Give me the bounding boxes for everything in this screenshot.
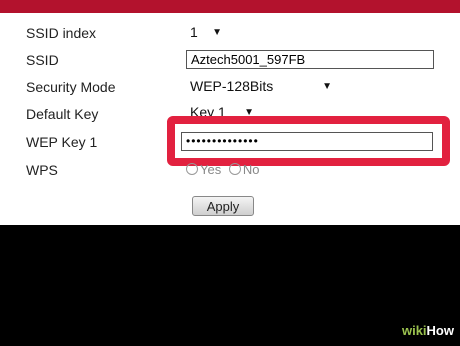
- ssid-input[interactable]: Aztech5001_597FB: [186, 50, 434, 69]
- dropdown-arrow-icon: ▼: [212, 27, 222, 38]
- wps-radio-group: Yes No: [186, 162, 259, 178]
- empty-area: [0, 225, 460, 346]
- wps-no-radio[interactable]: [228, 163, 241, 175]
- wep-key-label: WEP Key 1: [26, 134, 98, 150]
- default-key-label: Default Key: [26, 106, 99, 122]
- security-mode-select[interactable]: WEP-128Bits ▼: [186, 78, 336, 95]
- ssid-index-value: 1: [190, 24, 198, 40]
- apply-button[interactable]: Apply: [192, 196, 254, 216]
- wps-yes-radio[interactable]: [186, 163, 198, 175]
- security-mode-label: Security Mode: [26, 79, 116, 95]
- ssid-label: SSID: [26, 52, 59, 68]
- wps-yes-label: Yes: [200, 162, 222, 177]
- wep-key-input[interactable]: ••••••••••••••: [181, 132, 433, 151]
- dropdown-arrow-icon: ▼: [322, 81, 332, 92]
- wikihow-watermark: wikiHow: [401, 323, 454, 338]
- security-mode-value: WEP-128Bits: [190, 78, 274, 94]
- header-bar: [0, 0, 460, 13]
- ssid-index-select[interactable]: 1 ▼: [186, 24, 226, 41]
- wps-label: WPS: [26, 162, 58, 178]
- ssid-index-label: SSID index: [26, 25, 97, 41]
- wps-no-label: No: [242, 162, 260, 177]
